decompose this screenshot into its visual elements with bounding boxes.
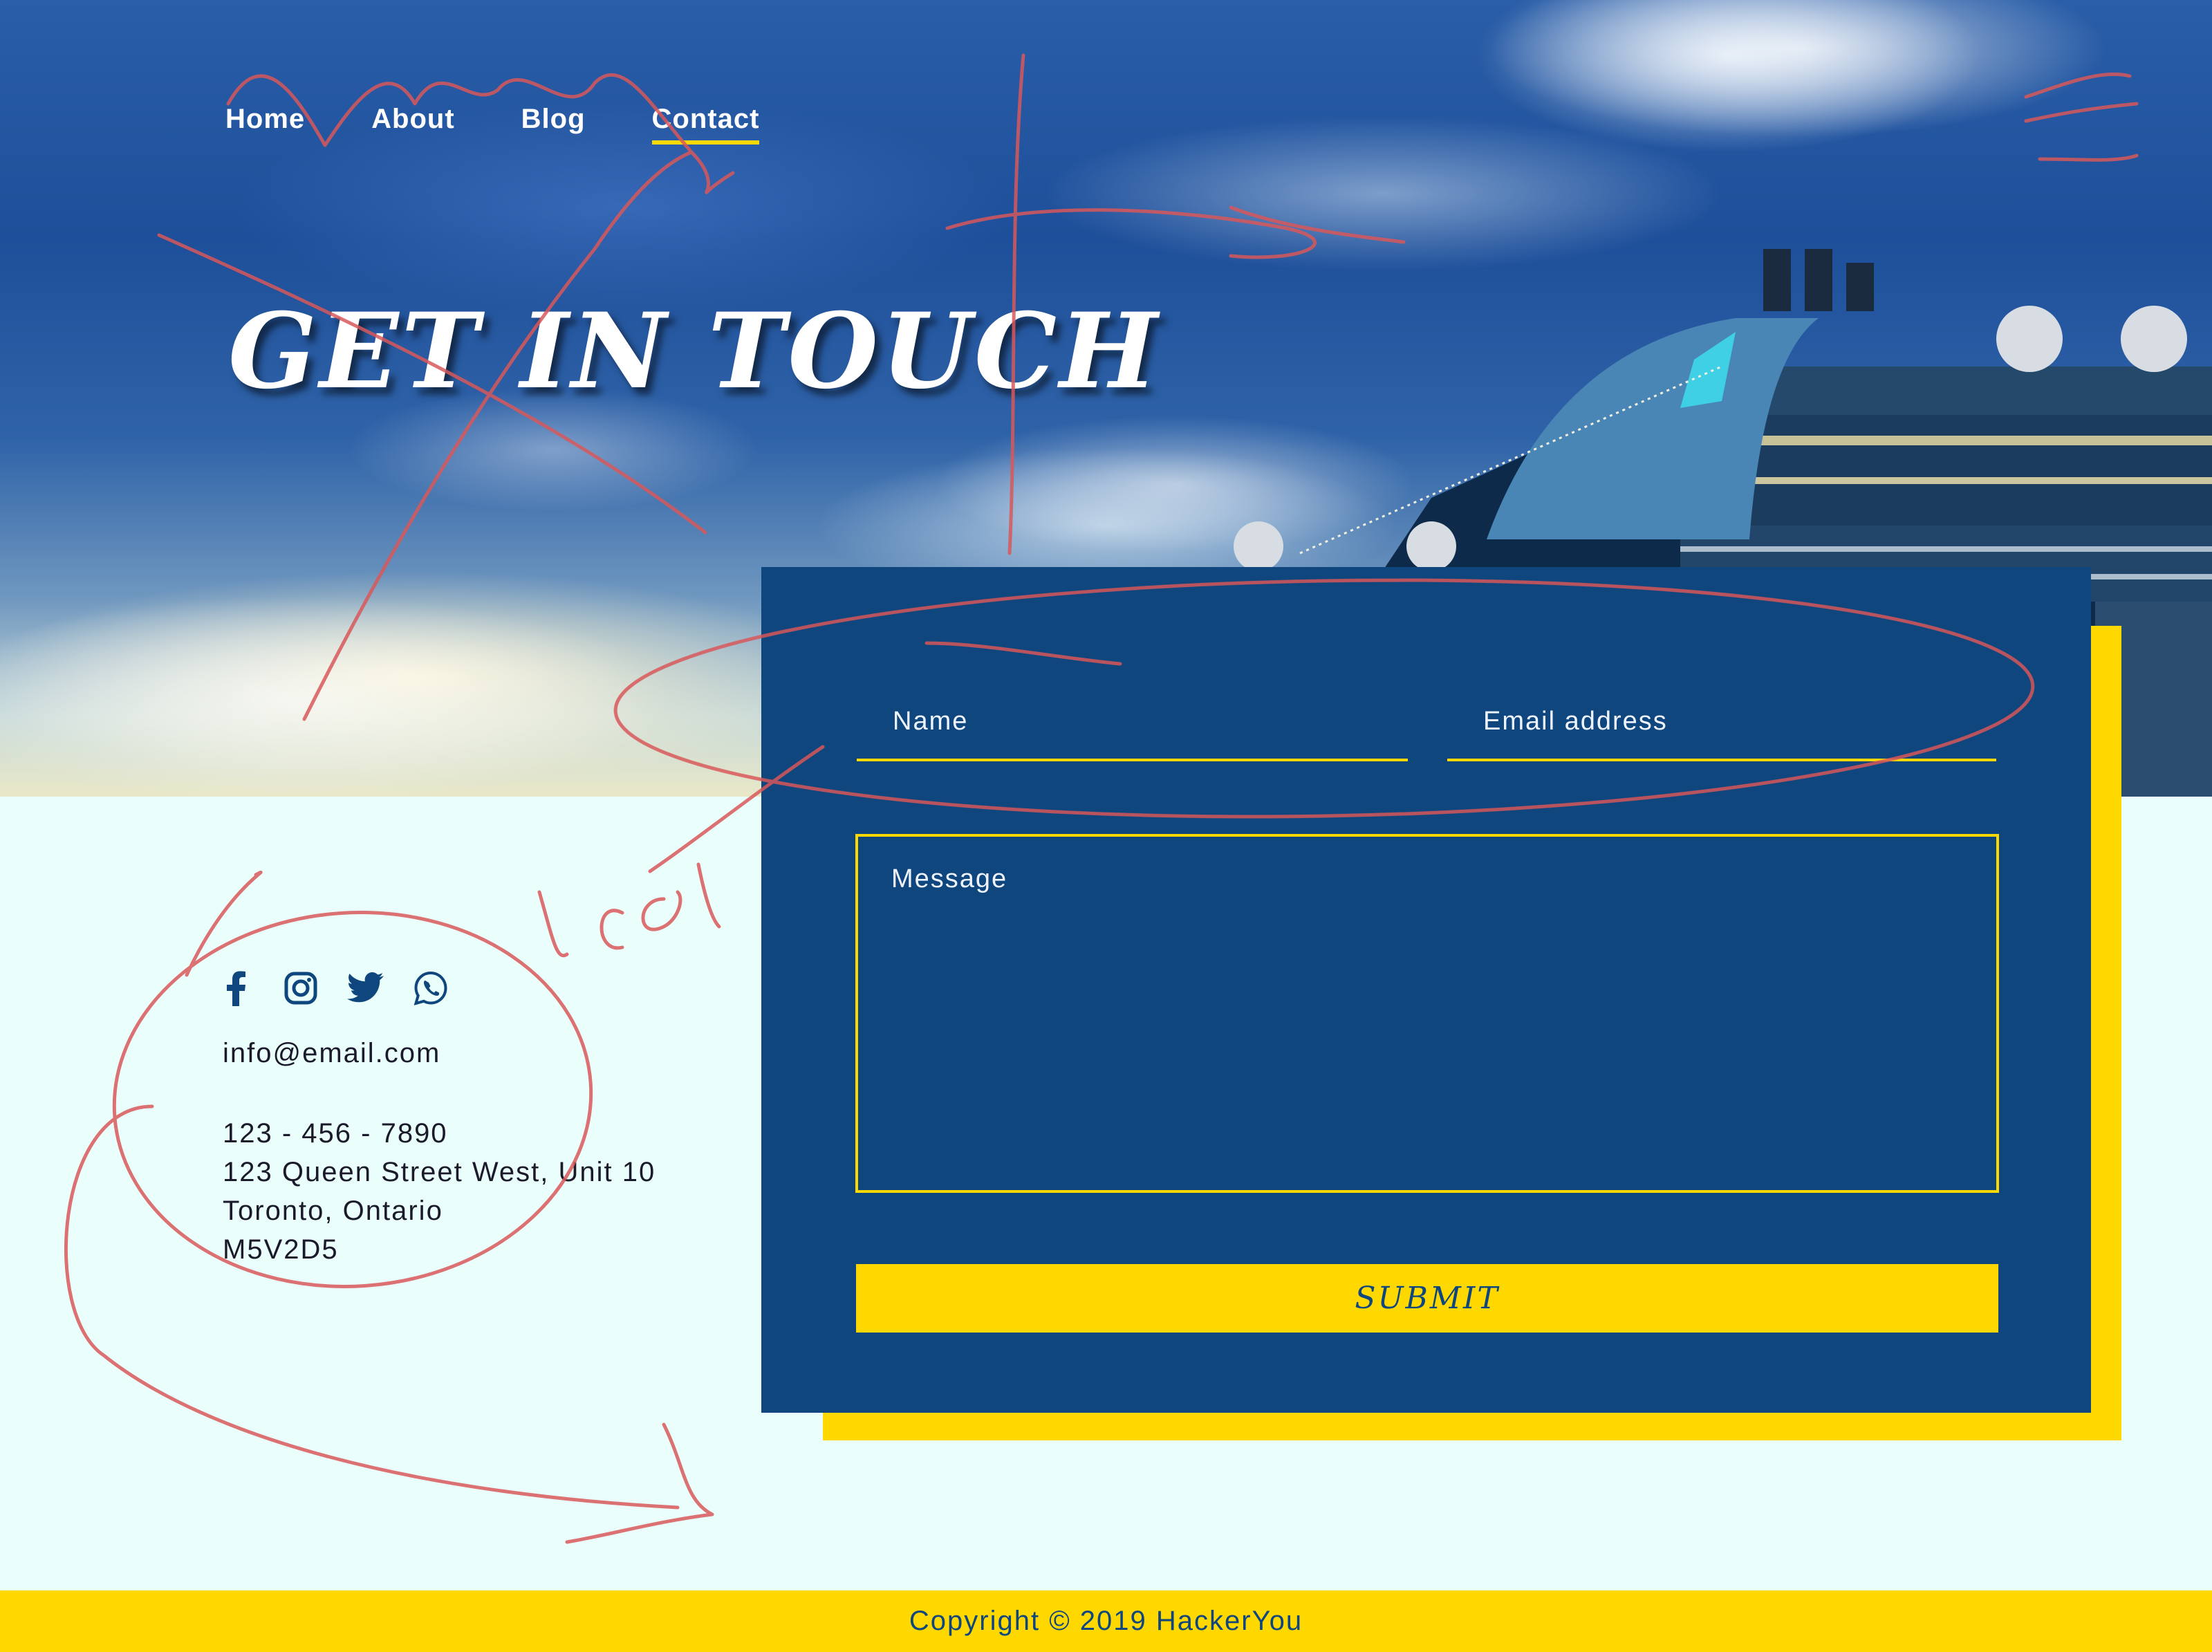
nav-home[interactable]: Home: [225, 104, 305, 145]
footer-copyright: Copyright © 2019 HackerYou: [909, 1606, 1303, 1636]
instagram-icon[interactable]: [281, 968, 321, 1008]
main-nav: Home About Blog Contact: [225, 104, 826, 145]
contact-address-line1: 123 Queen Street West, Unit 10: [223, 1157, 656, 1187]
message-field[interactable]: [855, 834, 1999, 1193]
nav-about[interactable]: About: [371, 104, 455, 145]
whatsapp-icon[interactable]: [411, 968, 451, 1008]
facebook-icon[interactable]: [216, 968, 256, 1008]
contact-phone[interactable]: 123 - 456 - 7890: [223, 1114, 656, 1153]
submit-button[interactable]: SUBMIT: [856, 1264, 1998, 1333]
name-field[interactable]: [857, 685, 1408, 761]
email-field[interactable]: [1447, 685, 1996, 761]
footer: Copyright © 2019 HackerYou: [0, 1590, 2212, 1652]
twitter-icon[interactable]: [346, 968, 386, 1008]
contact-form: SUBMIT: [761, 567, 2091, 1413]
nav-contact[interactable]: Contact: [651, 104, 760, 145]
contact-info: info@email.com 123 - 456 - 7890 123 Quee…: [223, 1034, 656, 1269]
contact-address-line2: Toronto, Ontario: [223, 1196, 443, 1226]
contact-email[interactable]: info@email.com: [223, 1034, 656, 1073]
page-title: GET IN TOUCH: [228, 290, 1160, 412]
nav-blog[interactable]: Blog: [521, 104, 586, 145]
social-links: [216, 968, 451, 1008]
contact-postal-code: M5V2D5: [223, 1234, 339, 1265]
